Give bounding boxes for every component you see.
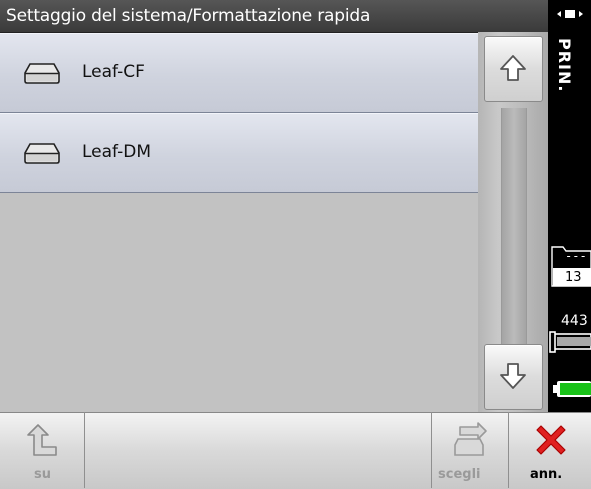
window-title: Settaggio del sistema/Formattazione rapi… (6, 6, 371, 26)
drive-list: Leaf-CF Leaf-DM (0, 33, 478, 193)
storage-gauge-icon (549, 331, 591, 353)
scroll-down-button[interactable] (484, 344, 543, 410)
title-bar: Settaggio del sistema/Formattazione rapi… (0, 0, 548, 33)
arrow-up-icon (500, 55, 526, 81)
drive-icon (24, 63, 60, 84)
list-item-label: Leaf-DM (82, 142, 151, 162)
mode-label: PRIN. (555, 38, 574, 93)
up-button[interactable]: su (0, 413, 84, 488)
folder-number: 13 (565, 270, 582, 285)
scroll-up-button[interactable] (484, 36, 543, 102)
choose-icon (454, 422, 487, 456)
close-icon (536, 425, 566, 455)
drive-icon (24, 143, 60, 164)
arrow-down-icon (500, 363, 526, 389)
cancel-button[interactable]: ann. (509, 413, 591, 488)
frame-count: 443 (561, 313, 588, 329)
list-item-label: Leaf-CF (82, 62, 145, 82)
cancel-button-label: ann. (530, 467, 563, 482)
choose-button-label: scegli (438, 467, 481, 482)
list-item-leaf-dm[interactable]: Leaf-DM (0, 113, 478, 193)
choose-button[interactable]: scegli (432, 413, 508, 488)
folder-top-value: --- (565, 249, 587, 263)
battery-icon (553, 381, 591, 397)
up-button-label: su (34, 467, 51, 482)
list-item-leaf-cf[interactable]: Leaf-CF (0, 33, 478, 113)
toolbar-divider (84, 412, 85, 488)
mode-switch-icon (557, 10, 583, 18)
scrollbar-rail (501, 108, 527, 366)
up-level-icon (27, 424, 57, 456)
